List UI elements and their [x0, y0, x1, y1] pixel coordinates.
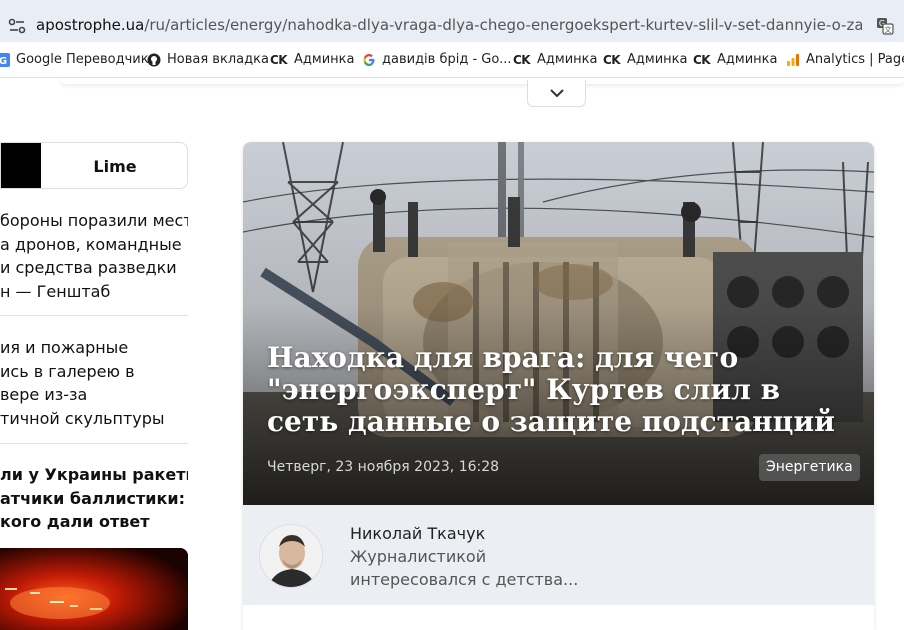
bookmark-new-tab[interactable]: Новая вкладка [147, 52, 269, 67]
hero-image [243, 142, 874, 505]
news-line: бороны поразили места [0, 211, 188, 230]
browser-address-bar: apostrophe.ua/ru/articles/energy/nahodka… [0, 0, 904, 42]
theme-tabs: Lime [0, 142, 188, 189]
bookmark-label: Google Переводчик [16, 52, 149, 67]
url-domain: apostrophe.ua [36, 16, 145, 34]
author-block[interactable]: Николай Ткачук Журналистикой интересовал… [243, 505, 874, 605]
svg-text:G: G [0, 56, 7, 67]
bookmark-analytics[interactable]: Analytics | Pages [786, 52, 904, 67]
news-line: н — Генштаб [0, 281, 111, 301]
ck-logo-icon: CK [270, 52, 288, 67]
news-line: ли у Украины ракеты- [0, 465, 188, 484]
ck-logo-icon: CK [693, 52, 711, 67]
news-line: и средства разведки [0, 258, 177, 277]
bookmark-label: Админка [537, 52, 598, 67]
url-text[interactable]: apostrophe.ua/ru/articles/energy/nahodka… [36, 16, 862, 34]
chevron-down-icon [549, 89, 564, 98]
tab-lime[interactable]: Lime [41, 143, 187, 188]
bookmarks-bar: G Google Переводчик Новая вкладка CK Адм… [0, 42, 904, 78]
analytics-icon [787, 53, 799, 66]
github-icon [147, 53, 161, 66]
news-line: а дронов, командные [0, 234, 182, 254]
header-expand-button[interactable] [527, 80, 586, 107]
omnibox[interactable]: apostrophe.ua/ru/articles/energy/nahodka… [0, 5, 904, 37]
article-date: Четверг, 23 ноября 2023, 16:28 [267, 459, 500, 475]
translate-icon[interactable]: G 文 [876, 17, 894, 35]
news-divider [0, 443, 188, 444]
url-path: /ru/articles/energy/nahodka-dlya-vraga-d… [144, 16, 862, 34]
bookmark-label: Analytics | Pages [806, 52, 904, 67]
category-tag[interactable]: Энергетика [759, 454, 860, 481]
google-translate-icon: G [0, 52, 10, 67]
bookmark-admin-1[interactable]: CK Админка [270, 52, 354, 67]
author-photo [260, 525, 322, 587]
news-line: атчики баллистики: у [0, 488, 188, 508]
bookmark-label: Админка [627, 52, 688, 67]
google-g-icon [363, 53, 375, 66]
bookmark-google-search[interactable]: давидів брід - Go... [362, 52, 511, 67]
news-divider [0, 315, 188, 316]
bookmark-admin-2[interactable]: CK Админка [513, 52, 597, 67]
news-line: ия и пожарные [0, 338, 129, 357]
news-line: вере из-за [0, 385, 88, 404]
bookmark-label: давидів брід - Go... [382, 52, 512, 67]
article-card[interactable]: Находка для врага: для чего "энергоэкспе… [243, 142, 874, 630]
tab-dark[interactable] [1, 143, 41, 188]
author-avatar[interactable] [259, 524, 323, 588]
author-name[interactable]: Николай Ткачук [350, 524, 485, 543]
author-bio: Журналистикой [350, 547, 487, 566]
author-bio: интересовался с детства... [350, 570, 579, 589]
bookmark-admin-3[interactable]: CK Админка [603, 52, 687, 67]
site-header-strip [60, 78, 904, 84]
site-settings-icon[interactable] [8, 18, 26, 34]
bookmark-label: Админка [294, 52, 355, 67]
svg-text:文: 文 [885, 25, 892, 34]
article-title[interactable]: Находка для врага: для чего "энергоэкспе… [267, 342, 857, 438]
news-item-2[interactable]: ия и пожарные ись в галерею в вере из-за… [0, 336, 188, 430]
bookmark-label: Админка [717, 52, 778, 67]
ck-logo-icon: CK [603, 52, 621, 67]
news-thumbnail[interactable] [0, 548, 188, 630]
news-line: тичной скульптуры [0, 408, 165, 428]
news-line: ись в галерею в [0, 361, 135, 381]
news-line: кого дали ответ [0, 512, 150, 531]
bookmark-google-translate[interactable]: G Google Переводчик [0, 52, 149, 67]
bookmark-admin-4[interactable]: CK Админка [693, 52, 777, 67]
news-item-3[interactable]: ли у Украины ракеты- атчики баллистики: … [0, 463, 188, 534]
bookmark-label: Новая вкладка [167, 52, 269, 67]
news-item-1[interactable]: бороны поразили места а дронов, командны… [0, 209, 188, 303]
ck-logo-icon: CK [513, 52, 531, 67]
fire-image [0, 548, 188, 630]
